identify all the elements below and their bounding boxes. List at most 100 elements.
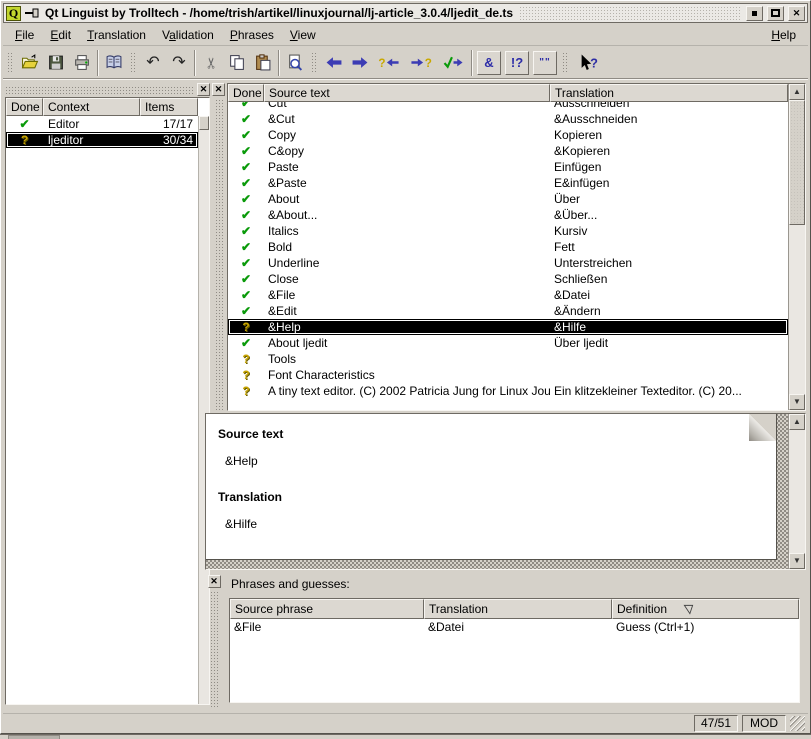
scroll-up-button[interactable]: ▲ bbox=[789, 84, 805, 100]
toggle-phrase-matches-button[interactable]: "" bbox=[533, 51, 557, 75]
message-row[interactable]: ?Font Characteristics bbox=[228, 367, 788, 383]
phrases-dock-grip[interactable] bbox=[210, 591, 218, 708]
menu-help[interactable]: Help bbox=[763, 26, 804, 44]
column-header-context[interactable]: Context bbox=[43, 98, 140, 116]
editor-scrollbar[interactable]: ▲ ▼ bbox=[788, 414, 805, 569]
phrases-dock-close-button[interactable]: ✕ bbox=[208, 575, 221, 588]
minimize-button[interactable] bbox=[746, 6, 763, 21]
close-button[interactable]: ✕ bbox=[788, 6, 805, 21]
message-row[interactable]: ✔About ljeditÜber ljedit bbox=[228, 335, 788, 351]
titlebar-drag-area[interactable] bbox=[519, 6, 742, 20]
message-row[interactable]: ✔CutAusschneiden bbox=[228, 102, 788, 111]
message-row[interactable]: ✔UnderlineUnterstreichen bbox=[228, 255, 788, 271]
column-header-source-text[interactable]: Source text bbox=[264, 84, 550, 102]
find-button[interactable] bbox=[282, 50, 308, 76]
context-dock-close-button[interactable]: ✕ bbox=[197, 83, 210, 96]
scrollbar-thumb[interactable] bbox=[199, 116, 209, 130]
phrasebook-button[interactable] bbox=[101, 50, 127, 76]
next-unfinished-icon: ? bbox=[409, 54, 433, 71]
next-unfinished-button[interactable]: ? bbox=[405, 50, 437, 76]
cell-m-source: Cut bbox=[264, 102, 550, 110]
pin-icon[interactable] bbox=[25, 7, 39, 19]
phrase-row[interactable]: &File&DateiGuess (Ctrl+1) bbox=[230, 619, 799, 635]
menu-translation[interactable]: Translation bbox=[79, 26, 154, 44]
cut-button[interactable]: ✂ bbox=[198, 50, 224, 76]
undo-button[interactable]: ↶ bbox=[140, 50, 166, 76]
menu-view[interactable]: View bbox=[282, 26, 324, 44]
toolbar-handle[interactable] bbox=[311, 52, 318, 74]
message-row[interactable]: ✔BoldFett bbox=[228, 239, 788, 255]
messages-table-scrollbar[interactable]: ▲ ▼ bbox=[788, 84, 805, 410]
maximize-button[interactable] bbox=[767, 6, 784, 21]
message-row[interactable]: ✔&PasteE&infügen bbox=[228, 175, 788, 191]
done-and-next-button[interactable] bbox=[437, 50, 469, 76]
message-row[interactable]: ✔PasteEinfügen bbox=[228, 159, 788, 175]
next-button[interactable] bbox=[347, 50, 373, 76]
messages-dock-handle[interactable]: ✕ bbox=[212, 83, 225, 411]
open-icon bbox=[21, 54, 39, 71]
column-header-done[interactable]: Done bbox=[228, 84, 264, 102]
cell-c-items: 30/34 bbox=[140, 133, 198, 147]
toggle-punctuation-button[interactable]: !? bbox=[505, 51, 529, 75]
scroll-up-button[interactable]: ▲ bbox=[789, 414, 805, 430]
resize-grip[interactable] bbox=[790, 716, 805, 731]
copy-button[interactable] bbox=[224, 50, 250, 76]
column-header-done[interactable]: Done bbox=[6, 98, 43, 116]
message-row[interactable]: ?&Help&Hilfe bbox=[228, 319, 788, 335]
cut-icon: ✂ bbox=[205, 54, 218, 72]
cell-m-trans: &Hilfe bbox=[550, 320, 788, 334]
prev-unfinished-button[interactable]: ? bbox=[373, 50, 405, 76]
column-header-source-phrase[interactable]: Source phrase bbox=[230, 599, 424, 619]
save-button[interactable] bbox=[43, 50, 69, 76]
question-icon: ? bbox=[242, 368, 249, 382]
context-row[interactable]: ✔Editor17/17 bbox=[6, 116, 198, 132]
message-row[interactable]: ✔CopyKopieren bbox=[228, 127, 788, 143]
context-dock-handle[interactable]: ✕ bbox=[5, 83, 210, 96]
question-icon: ? bbox=[242, 384, 249, 398]
toolbar-handle[interactable] bbox=[7, 52, 14, 74]
menu-validation[interactable]: Validation bbox=[154, 26, 222, 44]
message-row[interactable]: ✔&About...&Über... bbox=[228, 207, 788, 223]
scrollbar-thumb[interactable] bbox=[789, 100, 805, 225]
message-row[interactable]: ?A tiny text editor. (C) 2002 Patricia J… bbox=[228, 383, 788, 399]
scroll-down-button[interactable]: ▼ bbox=[789, 394, 805, 410]
titlebar[interactable]: Q Qt Linguist by Trolltech - /home/trish… bbox=[3, 3, 808, 23]
context-dock-grip[interactable] bbox=[5, 86, 194, 94]
message-row[interactable]: ✔C&opy&Kopieren bbox=[228, 143, 788, 159]
scroll-down-button[interactable]: ▼ bbox=[789, 553, 805, 569]
message-row[interactable]: ✔CloseSchließen bbox=[228, 271, 788, 287]
prev-button[interactable] bbox=[321, 50, 347, 76]
messages-dock-grip[interactable] bbox=[215, 99, 223, 411]
menu-phrases[interactable]: Phrases bbox=[222, 26, 282, 44]
toolbar-handle[interactable] bbox=[562, 52, 569, 74]
translation-input[interactable]: &Hilfe bbox=[225, 517, 746, 531]
phrases-dock-handle[interactable]: ✕ bbox=[205, 573, 221, 710]
whats-this-button[interactable]: ? bbox=[572, 50, 604, 76]
cell-m-done: ✔ bbox=[228, 256, 264, 270]
message-row[interactable]: ✔&Edit&Ändern bbox=[228, 303, 788, 319]
column-header-definition[interactable]: Definition bbox=[612, 599, 799, 619]
cell-m-source: &Edit bbox=[264, 304, 550, 318]
message-row[interactable]: ✔ItalicsKursiv bbox=[228, 223, 788, 239]
menu-file[interactable]: File bbox=[7, 26, 42, 44]
message-row[interactable]: ✔&File&Datei bbox=[228, 287, 788, 303]
column-header-translation[interactable]: Translation bbox=[424, 599, 612, 619]
message-row[interactable]: ?Tools bbox=[228, 351, 788, 367]
message-row[interactable]: ✔&Cut&Ausschneiden bbox=[228, 111, 788, 127]
print-button[interactable] bbox=[69, 50, 95, 76]
redo-button[interactable]: ↷ bbox=[166, 50, 192, 76]
column-header-items[interactable]: Items bbox=[140, 98, 198, 116]
find-icon bbox=[286, 54, 304, 71]
toggle-accelerators-button[interactable]: & bbox=[477, 51, 501, 75]
message-row[interactable]: ✔AboutÜber bbox=[228, 191, 788, 207]
prev-unfinished-icon: ? bbox=[377, 54, 401, 71]
cell-m-done: ✔ bbox=[228, 176, 264, 190]
paste-button[interactable] bbox=[250, 50, 276, 76]
context-row[interactable]: ?ljeditor30/34 bbox=[6, 132, 198, 148]
toolbar-handle[interactable] bbox=[130, 52, 137, 74]
column-header-translation[interactable]: Translation bbox=[550, 84, 788, 102]
open-button[interactable] bbox=[17, 50, 43, 76]
editor-page[interactable]: Source text &Help Translation &Hilfe bbox=[206, 414, 777, 560]
messages-dock-close-button[interactable]: ✕ bbox=[212, 83, 225, 96]
menu-edit[interactable]: Edit bbox=[42, 26, 79, 44]
